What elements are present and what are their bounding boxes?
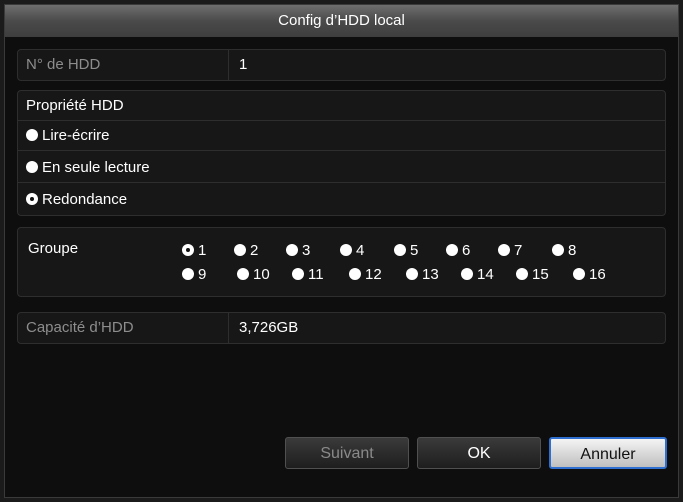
group-radio-12-icon[interactable] (349, 268, 361, 280)
option-read-write[interactable]: Lire-écrire (18, 121, 665, 151)
group-option-13[interactable]: 13 (406, 266, 439, 283)
group-option-5[interactable]: 5 (394, 242, 418, 259)
group-option-1[interactable]: 1 (182, 242, 206, 259)
group-radio-7-icon[interactable] (498, 244, 510, 256)
group-label: Groupe (28, 240, 79, 257)
group-option-label: 11 (308, 266, 324, 283)
radio-read-only-icon[interactable] (26, 161, 38, 173)
ok-button[interactable]: OK (417, 437, 541, 469)
group-option-14[interactable]: 14 (461, 266, 494, 283)
dialog-title: Config d’HDD local (5, 5, 678, 37)
group-option-11[interactable]: 11 (292, 266, 324, 283)
group-option-label: 7 (514, 242, 523, 259)
capacity-row: Capacité d’HDD 3,726GB (18, 313, 665, 343)
group-option-label: 10 (253, 266, 270, 283)
option-read-only-label: En seule lecture (42, 159, 150, 176)
radio-read-write-icon[interactable] (26, 129, 38, 141)
group-option-label: 1 (198, 242, 207, 259)
radio-redundancy-icon[interactable] (26, 193, 38, 205)
group-option-9[interactable]: 9 (182, 266, 206, 283)
group-option-label: 15 (532, 266, 549, 283)
group-option-10[interactable]: 10 (237, 266, 270, 283)
group-option-label: 4 (356, 242, 365, 259)
group-option-4[interactable]: 4 (340, 242, 364, 259)
group-radio-4-icon[interactable] (340, 244, 352, 256)
group-radio-13-icon[interactable] (406, 268, 418, 280)
group-option-2[interactable]: 2 (234, 242, 258, 259)
group-radio-1-icon[interactable] (182, 244, 194, 256)
group-radio-14-icon[interactable] (461, 268, 473, 280)
cancel-button[interactable]: Annuler (549, 437, 667, 469)
next-button[interactable]: Suivant (285, 437, 409, 469)
group-option-label: 14 (477, 266, 494, 283)
group-option-7[interactable]: 7 (498, 242, 522, 259)
group-radio-9-icon[interactable] (182, 268, 194, 280)
group-option-label: 6 (462, 242, 471, 259)
group-option-label: 8 (568, 242, 577, 259)
group-option-3[interactable]: 3 (286, 242, 310, 259)
group-radio-2-icon[interactable] (234, 244, 246, 256)
group-option-label: 2 (250, 242, 259, 259)
option-read-only[interactable]: En seule lecture (18, 153, 665, 183)
group-panel: Groupe 1 2 3 4 5 6 7 8 9 10 11 12 13 14 15 16 (17, 227, 666, 297)
group-option-label: 5 (410, 242, 419, 259)
group-option-label: 3 (302, 242, 311, 259)
hdd-number-panel: N° de HDD 1 (17, 49, 666, 81)
group-radio-8-icon[interactable] (552, 244, 564, 256)
option-redundancy-label: Redondance (42, 191, 128, 208)
group-option-label: 13 (422, 266, 439, 283)
group-radio-11-icon[interactable] (292, 268, 304, 280)
group-option-16[interactable]: 16 (573, 266, 606, 283)
hdd-number-label: N° de HDD (26, 56, 101, 73)
group-option-label: 9 (198, 266, 207, 283)
group-option-12[interactable]: 12 (349, 266, 382, 283)
group-radio-15-icon[interactable] (516, 268, 528, 280)
capacity-panel: Capacité d’HDD 3,726GB (17, 312, 666, 344)
group-option-label: 16 (589, 266, 606, 283)
capacity-value: 3,726GB (228, 313, 298, 343)
hdd-property-heading: Propriété HDD (26, 97, 124, 114)
hdd-config-dialog: Config d’HDD local N° de HDD 1 Propriété… (4, 4, 679, 498)
group-radio-6-icon[interactable] (446, 244, 458, 256)
group-option-label: 12 (365, 266, 382, 283)
group-radio-3-icon[interactable] (286, 244, 298, 256)
hdd-number-row: N° de HDD 1 (18, 50, 665, 80)
group-radio-10-icon[interactable] (237, 268, 249, 280)
option-redundancy[interactable]: Redondance (18, 185, 665, 215)
hdd-number-value: 1 (228, 50, 247, 80)
hdd-property-panel: Propriété HDD Lire-écrire En seule lectu… (17, 90, 666, 216)
group-option-6[interactable]: 6 (446, 242, 470, 259)
group-option-15[interactable]: 15 (516, 266, 549, 283)
capacity-label: Capacité d’HDD (26, 319, 134, 336)
option-read-write-label: Lire-écrire (42, 127, 110, 144)
group-option-8[interactable]: 8 (552, 242, 576, 259)
group-radio-16-icon[interactable] (573, 268, 585, 280)
hdd-property-heading-row: Propriété HDD (18, 91, 665, 121)
group-radio-5-icon[interactable] (394, 244, 406, 256)
